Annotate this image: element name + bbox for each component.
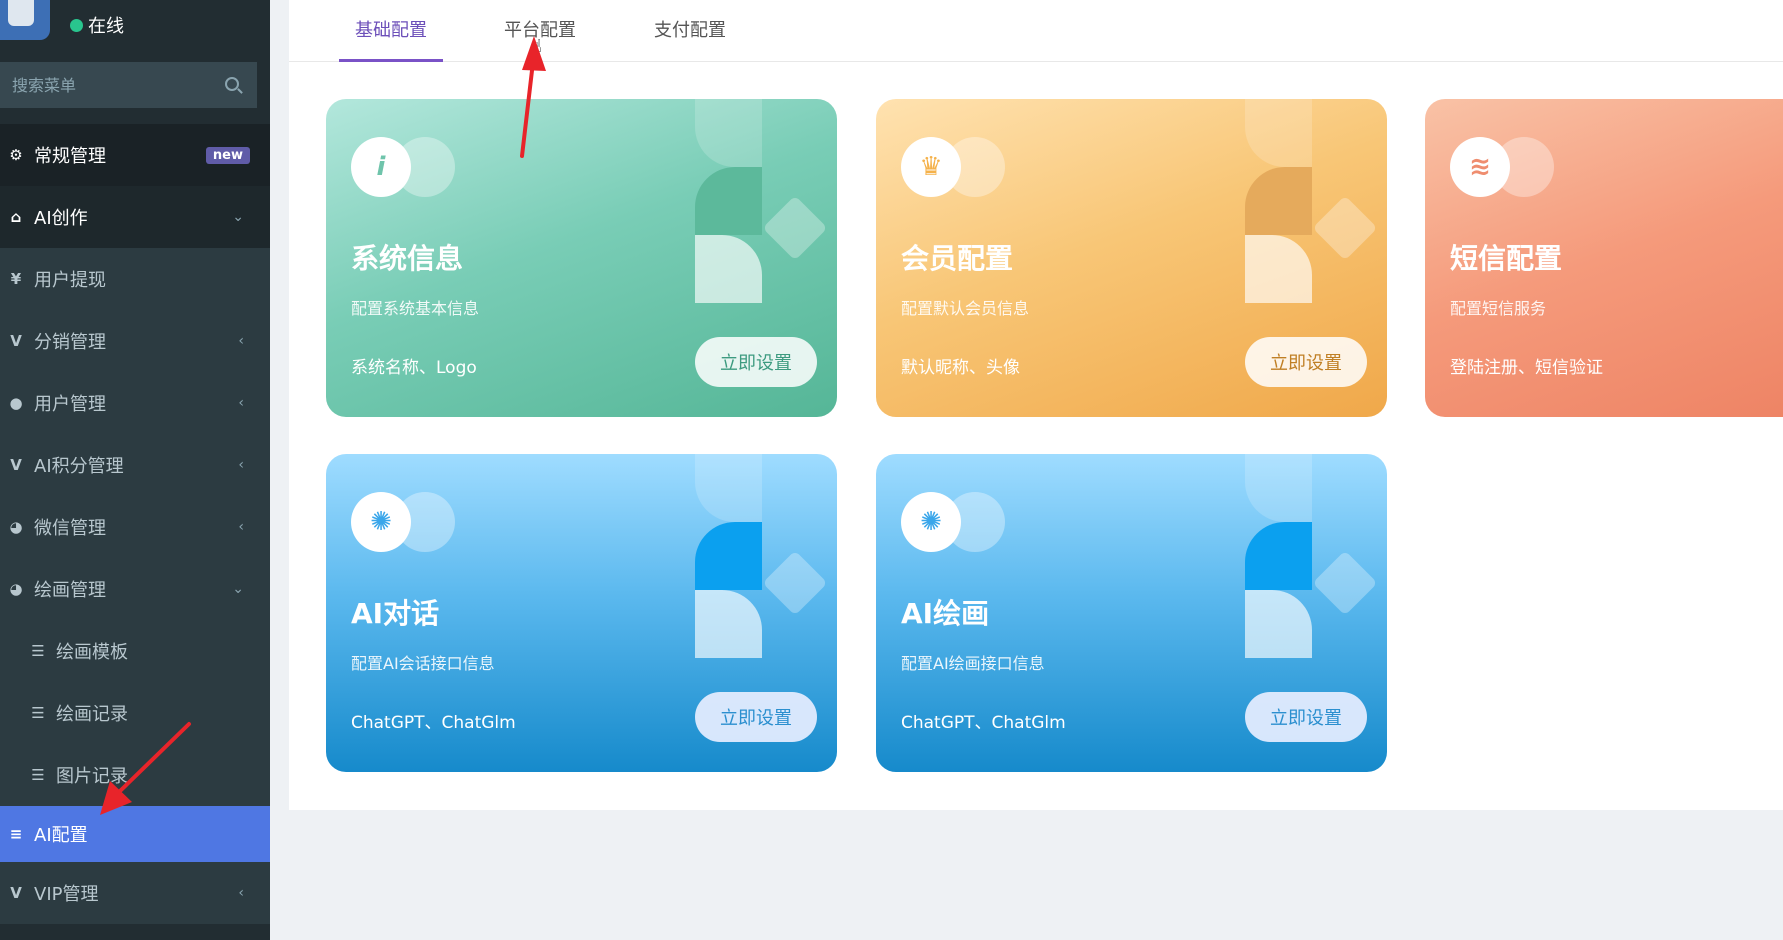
card-description: 配置AI绘画接口信息	[901, 654, 1045, 673]
card-icon-group: ✺	[901, 492, 1021, 552]
sidebar-item-drawing-templates[interactable]: ☰ 绘画模板	[0, 620, 270, 682]
list-icon: ☰	[31, 766, 45, 784]
card-description: 配置默认会员信息	[901, 299, 1030, 318]
card-ai-drawing: ✺ AI绘画 配置AI绘画接口信息 ChatGPT、ChatGlm 立即设置	[876, 454, 1387, 772]
card-title: 短信配置	[1450, 242, 1563, 275]
atom-icon: ✺	[901, 492, 961, 552]
card-icon-group: ✺	[351, 492, 471, 552]
sidebar-item-label: VIP管理	[34, 884, 99, 905]
crown-icon: ♛	[901, 137, 961, 197]
card-description: 配置AI会话接口信息	[351, 654, 495, 673]
yen-icon: ¥	[10, 270, 22, 288]
card-icon-group: i	[351, 137, 471, 197]
setup-button[interactable]: 立即设置	[1245, 692, 1367, 742]
atom-icon: ✺	[351, 492, 411, 552]
chevron-down-icon: ⌄	[232, 581, 244, 597]
card-title: AI绘画	[901, 597, 990, 630]
sidebar-item-label: 绘画管理	[34, 580, 106, 601]
sidebar-item-label: 常规管理	[34, 146, 106, 167]
list-icon: ☰	[31, 704, 45, 722]
chevron-left-icon: ‹	[238, 333, 244, 349]
list-icon: ☰	[31, 642, 45, 660]
sidebar-item-label: 微信管理	[34, 518, 106, 539]
wechat-icon: ◕	[9, 580, 23, 598]
sidebar-item-ai-config[interactable]: ≡ AI配置	[0, 806, 270, 862]
sidebar-item-label: 图片记录	[56, 766, 128, 787]
sidebar-item-wechat[interactable]: ◕ 微信管理 ‹	[0, 496, 270, 558]
card-title: 会员配置	[901, 242, 1014, 275]
sidebar-item-label: 绘画模板	[56, 642, 128, 663]
sliders-icon: ≡	[9, 825, 23, 843]
card-description: 配置系统基本信息	[351, 299, 480, 318]
main-panel: 基础配置 平台配置 支付配置 ☝ i 系统信息 配置系统基本信息 系统名称、Lo…	[289, 0, 1783, 810]
search-icon[interactable]	[225, 77, 239, 91]
card-member-config: ♛ 会员配置 配置默认会员信息 默认昵称、头像 立即设置	[876, 99, 1387, 417]
sidebar-menu: ⚙ 常规管理 new ⌂ AI创作 ⌄ ¥ 用户提现 V 分销管理 ‹ ● 用户…	[0, 124, 270, 924]
menu-search-input[interactable]	[12, 75, 222, 95]
info-icon: i	[351, 137, 411, 197]
chevron-down-icon: ⌄	[232, 209, 244, 225]
sidebar-item-label: AI积分管理	[34, 456, 124, 477]
card-features: ChatGPT、ChatGlm	[351, 713, 516, 733]
new-badge: new	[205, 147, 250, 164]
v-icon: V	[10, 332, 22, 350]
avatar[interactable]	[0, 0, 50, 40]
online-status: 在线	[70, 12, 124, 38]
online-status-label: 在线	[88, 16, 124, 37]
user-icon: ●	[9, 394, 23, 412]
card-title: AI对话	[351, 597, 440, 630]
card-ai-chat: ✺ AI对话 配置AI会话接口信息 ChatGPT、ChatGlm 立即设置	[326, 454, 837, 772]
online-dot-icon	[70, 18, 83, 32]
sidebar-item-label: 绘画记录	[56, 704, 128, 725]
card-features: 系统名称、Logo	[351, 358, 477, 378]
wechat-icon: ◕	[9, 518, 23, 536]
chevron-left-icon: ‹	[238, 519, 244, 535]
gears-icon: ⚙	[9, 146, 23, 164]
tab-payment-config[interactable]: 支付配置	[654, 16, 726, 62]
sidebar-item-users[interactable]: ● 用户管理 ‹	[0, 372, 270, 434]
tab-basic-config[interactable]: 基础配置	[339, 16, 443, 62]
database-icon: ≋	[1450, 137, 1510, 197]
sidebar-item-label: 分销管理	[34, 332, 106, 353]
card-icon-group: ♛	[901, 137, 1021, 197]
sidebar-item-label: 用户管理	[34, 394, 106, 415]
sidebar-item-withdraw[interactable]: ¥ 用户提现	[0, 248, 270, 310]
user-panel: 在线	[0, 0, 270, 54]
sidebar: 在线 ⚙ 常规管理 new ⌂ AI创作 ⌄ ¥ 用户提现 V 分销管理 ‹ ●…	[0, 0, 270, 940]
sidebar-item-ai-points[interactable]: V AI积分管理 ‹	[0, 434, 270, 496]
home-icon: ⌂	[10, 208, 22, 226]
sidebar-item-label: AI创作	[34, 208, 88, 229]
sidebar-item-label: AI配置	[34, 825, 88, 846]
sidebar-item-drawing[interactable]: ◕ 绘画管理 ⌄	[0, 558, 270, 620]
setup-button[interactable]: 立即设置	[1245, 337, 1367, 387]
card-sms-config: ≋ 短信配置 配置短信服务 登陆注册、短信验证	[1425, 99, 1783, 417]
sidebar-item-vip[interactable]: V VIP管理 ‹	[0, 862, 270, 924]
sidebar-item-general[interactable]: ⚙ 常规管理 new	[0, 124, 270, 186]
card-features: ChatGPT、ChatGlm	[901, 713, 1066, 733]
sidebar-item-label: 用户提现	[34, 270, 106, 291]
chevron-left-icon: ‹	[238, 457, 244, 473]
sidebar-item-ai-create[interactable]: ⌂ AI创作 ⌄	[0, 186, 270, 248]
v-icon: V	[10, 884, 22, 902]
setup-button[interactable]: 立即设置	[695, 692, 817, 742]
card-features: 登陆注册、短信验证	[1450, 358, 1603, 378]
card-features: 默认昵称、头像	[901, 358, 1020, 378]
card-description: 配置短信服务	[1450, 299, 1547, 318]
chevron-left-icon: ‹	[238, 885, 244, 901]
sidebar-item-image-records[interactable]: ☰ 图片记录	[0, 744, 270, 806]
card-title: 系统信息	[351, 242, 464, 275]
sidebar-item-distribution[interactable]: V 分销管理 ‹	[0, 310, 270, 372]
chevron-left-icon: ‹	[238, 395, 244, 411]
menu-search	[0, 62, 257, 108]
card-system-info: i 系统信息 配置系统基本信息 系统名称、Logo 立即设置	[326, 99, 837, 417]
v-icon: V	[10, 456, 22, 474]
sidebar-item-drawing-records[interactable]: ☰ 绘画记录	[0, 682, 270, 744]
setup-button[interactable]: 立即设置	[695, 337, 817, 387]
hand-cursor-icon: ☝	[531, 36, 542, 57]
config-tabs: 基础配置 平台配置 支付配置 ☝	[289, 0, 1783, 62]
card-icon-group: ≋	[1450, 137, 1570, 197]
